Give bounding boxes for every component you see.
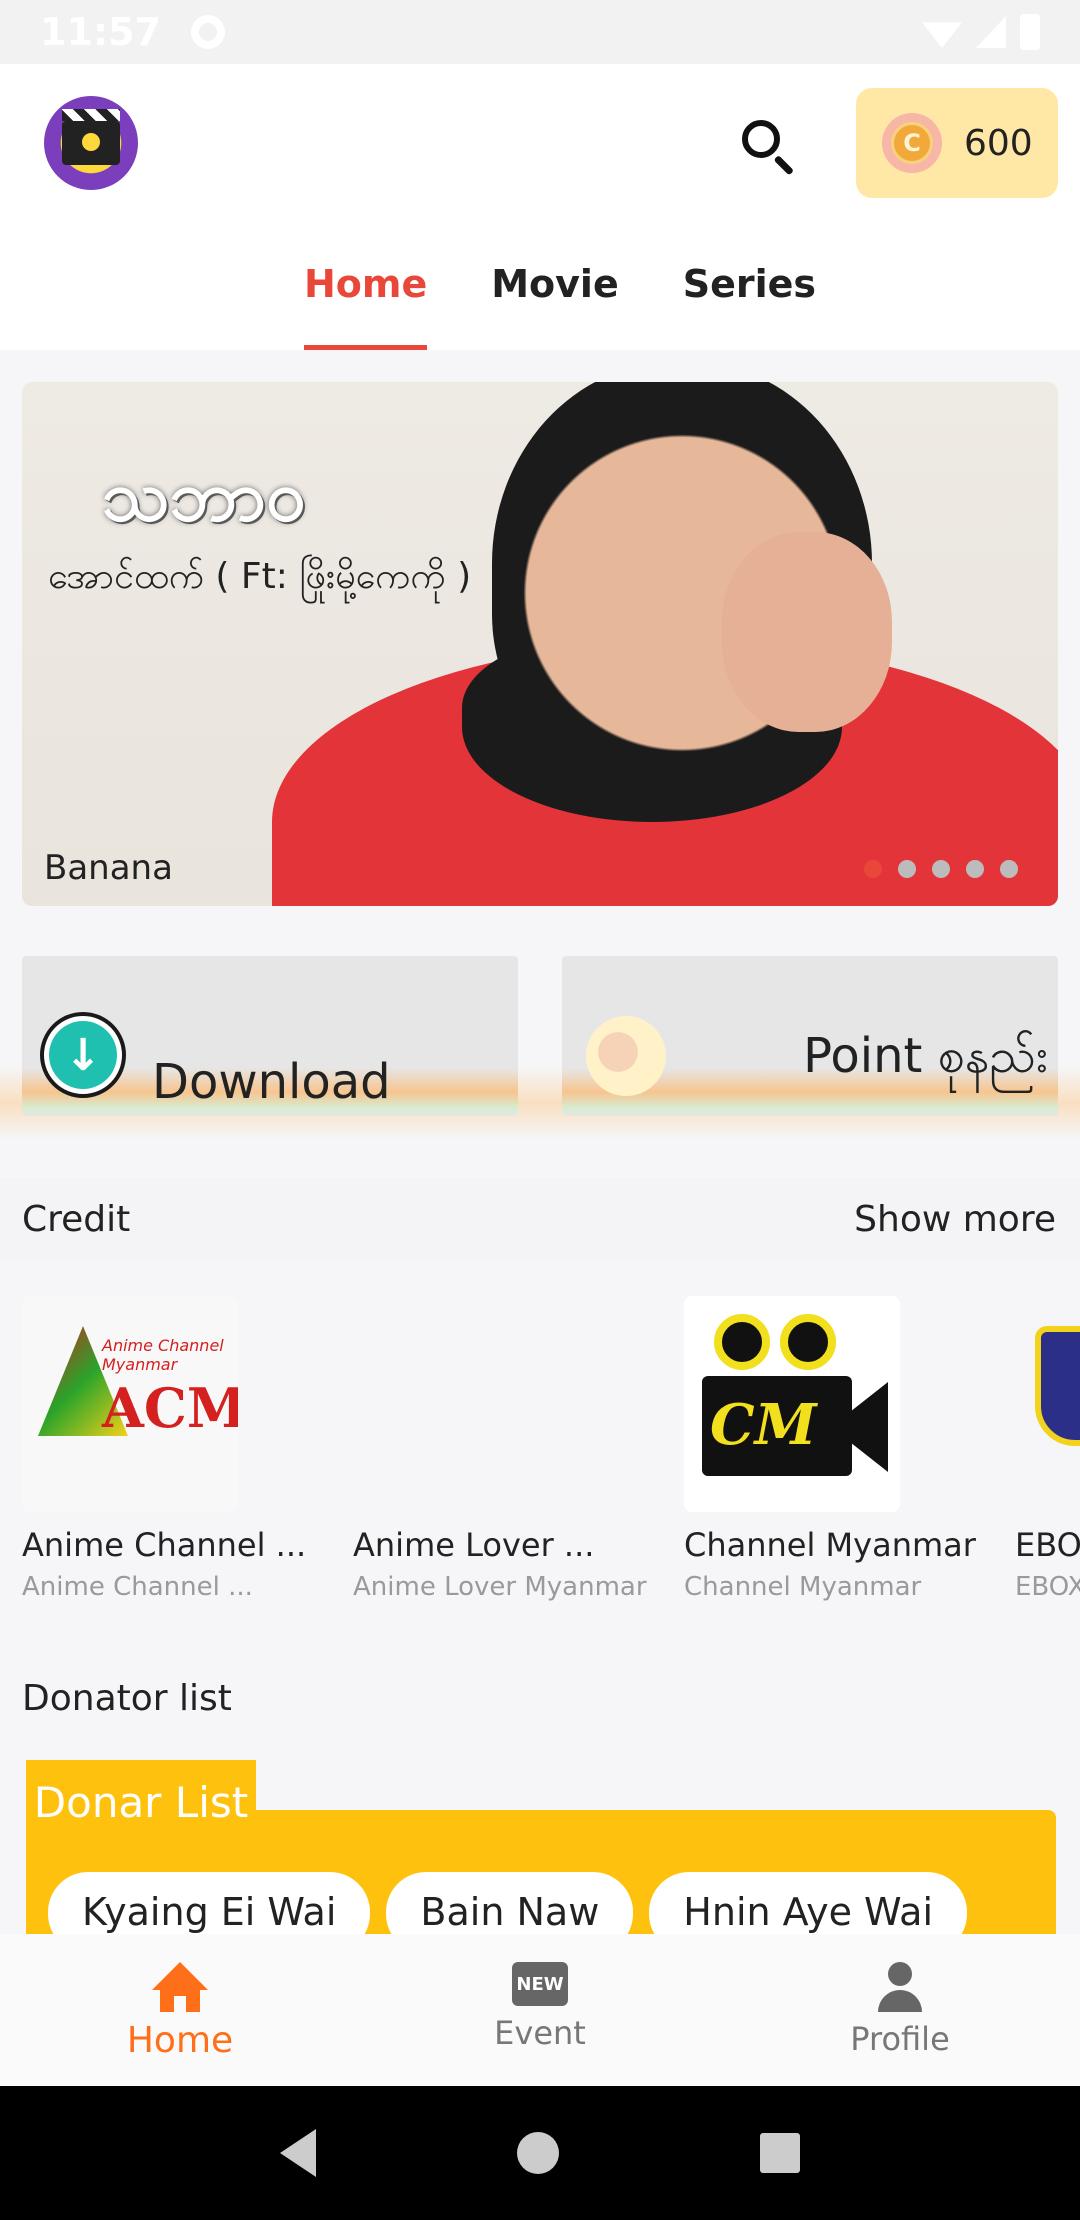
tab-series[interactable]: Series [683,254,816,350]
credit-list: Anime Channel Myanmar ACM Anime Channel … [0,1296,1080,1616]
credit-title: Credit [22,1198,131,1240]
banner-subtitle: အောင်ထက် ( Ft: ဖြိုးမို့ကေကို ) [48,556,472,597]
app-header: C 600 Home Movie Series [0,64,1080,350]
point-guide-card[interactable]: Point စုနည်း [562,956,1058,1116]
point-guide-label: Point စုနည်း [803,1028,1048,1084]
featured-banner[interactable]: သဘာဝ အောင်ထက် ( Ft: ဖြိုးမို့ကေကို ) Ban… [22,382,1058,906]
nav-home-label: Home [126,2020,234,2061]
settings-gear-icon [190,15,225,49]
search-icon [742,120,780,158]
clapperboard-icon [62,109,120,165]
acm-logo-thumbnail: Anime Channel Myanmar ACM [22,1296,238,1512]
banner-page-indicator [864,860,1018,878]
download-icon: ↓ [40,1012,126,1098]
channel-myanmar-logo-thumbnail: CM [684,1296,900,1512]
app-logo-icon[interactable] [44,96,138,190]
recents-icon[interactable] [759,2133,800,2173]
credit-subtitle: Anime Channel ... [22,1572,253,1602]
page-dot[interactable] [898,860,916,878]
top-tabs: Home Movie Series [0,254,1080,350]
donator-list-title: Donator list [22,1678,232,1719]
credit-item-anime-lover[interactable]: Anime Lover ... Anime Lover Myanmar [353,1296,653,1602]
credit-subtitle: EBOX [1015,1572,1080,1602]
nav-profile-label: Profile [850,2020,950,2058]
home-circle-icon[interactable] [516,2132,559,2174]
credit-item-anime-channel[interactable]: Anime Channel Myanmar ACM Anime Channel … [22,1296,322,1602]
donor-chip[interactable]: Hnin Aye Wai [649,1872,968,1934]
page-dot[interactable] [1000,860,1018,878]
credit-name: EBOX [1015,1526,1080,1564]
coin-balance-badge[interactable]: C 600 [856,88,1058,198]
signal-icon [976,16,1006,48]
ebox-logo-thumbnail [1015,1296,1080,1512]
donor-chips: Kyaing Ei Wai Bain Naw Hnin Aye Wai [48,1872,968,1934]
coin-icon: C [882,113,942,173]
status-time: 11:57 [40,10,161,54]
status-bar: 11:57 [0,0,1080,64]
guide-row: ↓ Download Guide Point စုနည်း [0,956,1080,1140]
back-icon[interactable] [280,2129,317,2177]
nav-event-label: Event [494,2014,586,2052]
nav-home[interactable]: Home [0,1934,360,2086]
credit-section-header: Credit Show more [0,1178,1080,1260]
page-dot[interactable] [932,860,950,878]
point-guide-icon [586,1016,666,1096]
credit-name: Anime Channel ... [22,1526,307,1564]
page-dot[interactable] [864,860,882,878]
credit-name: Anime Lover ... [353,1526,595,1564]
donor-chip[interactable]: Kyaing Ei Wai [48,1872,371,1934]
nav-event[interactable]: NEW Event [360,1934,720,2086]
credit-name: Channel Myanmar [684,1526,976,1564]
bottom-navigation: Home NEW Event Profile [0,1934,1080,2086]
credit-item-channel-myanmar[interactable]: CM Channel Myanmar Channel Myanmar [684,1296,984,1602]
credit-subtitle: Anime Lover Myanmar [353,1572,647,1602]
new-badge-icon: NEW [512,1962,568,2006]
donor-list-tab: Donar List [26,1760,256,1844]
battery-icon [1020,14,1040,50]
banner-title: သဘာဝ [102,454,306,537]
tab-movie[interactable]: Movie [491,254,619,350]
banner-caption: Banana [44,848,173,888]
wifi-icon [922,22,962,48]
credit-item-ebox[interactable]: EBOX EBOX [1015,1296,1080,1602]
credit-subtitle: Channel Myanmar [684,1572,922,1602]
banner-hand [722,532,892,732]
status-icons [922,14,1040,50]
anime-lover-thumbnail [353,1296,569,1512]
system-navigation-bar [0,2086,1080,2220]
home-icon [152,1962,208,2012]
donor-chip[interactable]: Bain Naw [386,1872,634,1934]
profile-icon [872,1962,928,2012]
donor-list-panel: Donar List Kyaing Ei Wai Bain Naw Hnin A… [26,1760,1056,1934]
nav-profile[interactable]: Profile [720,1934,1080,2086]
download-guide-label: Download Guide [152,1054,391,1116]
download-guide-card[interactable]: ↓ Download Guide [22,956,518,1116]
search-button[interactable] [738,116,798,176]
page-dot[interactable] [966,860,984,878]
show-more-link[interactable]: Show more [854,1199,1056,1240]
tab-home[interactable]: Home [303,254,428,350]
coin-value: 600 [964,122,1033,164]
